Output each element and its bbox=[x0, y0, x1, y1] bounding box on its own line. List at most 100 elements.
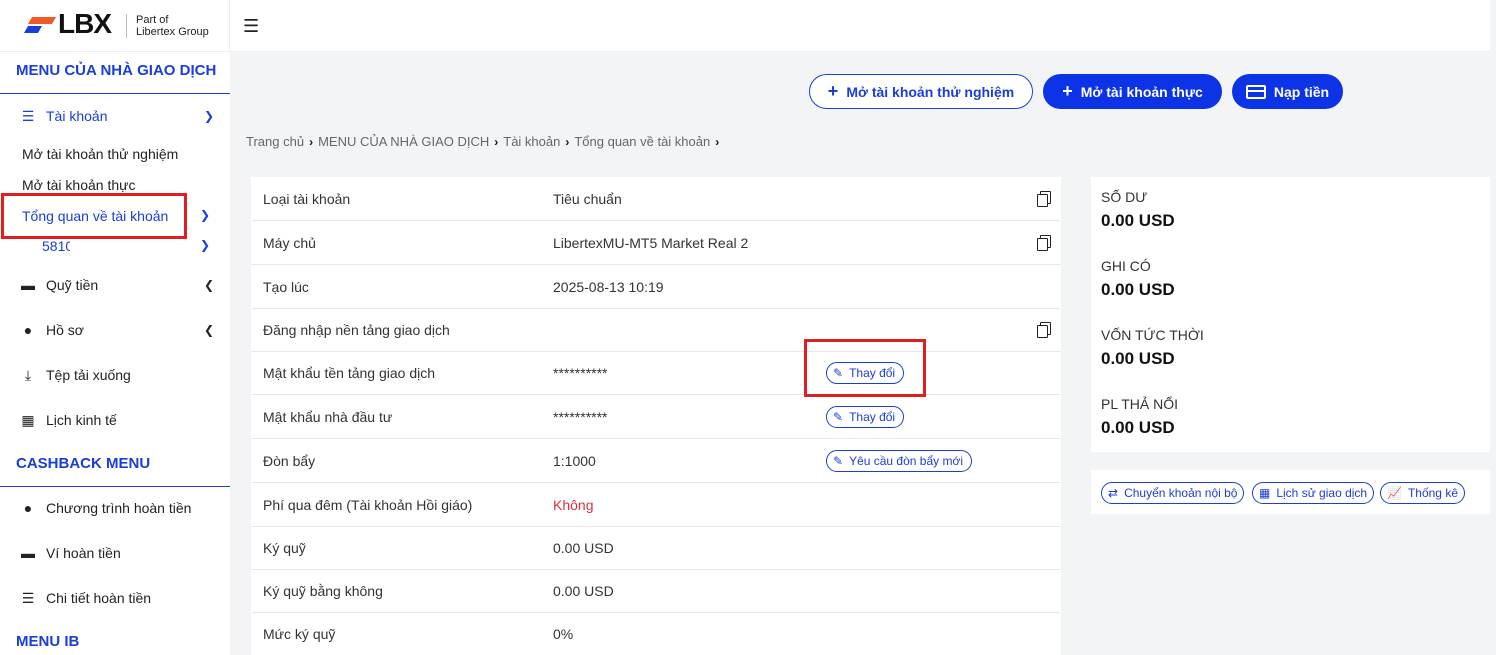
row-label: Máy chủ bbox=[263, 235, 316, 251]
copy-icon[interactable] bbox=[1037, 235, 1051, 251]
chevron-right-icon: › bbox=[309, 134, 314, 149]
balance-value: 0.00 USD bbox=[1101, 211, 1175, 230]
chevron-right-icon: › bbox=[494, 134, 499, 149]
deposit-button[interactable]: Nạp tiền bbox=[1232, 74, 1343, 109]
copy-icon[interactable] bbox=[1037, 191, 1051, 207]
row-value: 1:1000 bbox=[553, 453, 596, 469]
change-investor-password-button[interactable]: ✎ Thay đổi bbox=[826, 406, 905, 428]
sidebar-item-cashback-program[interactable]: ● Chương trình hoàn tiền bbox=[18, 497, 218, 519]
row-value: 0.00 USD bbox=[553, 583, 614, 599]
account-number: 5810 bbox=[42, 238, 70, 254]
sidebar-subitem-account-number[interactable]: 5810 ❯ bbox=[42, 238, 218, 254]
row-label: Phí qua đêm (Tài khoản Hồi giáo) bbox=[263, 497, 473, 513]
sidebar-item-label: Tệp tải xuống bbox=[46, 367, 131, 383]
internal-transfer-button[interactable]: ⇄ Chuyển khoản nội bộ bbox=[1101, 482, 1245, 504]
sidebar-item-label: Lịch kinh tế bbox=[46, 412, 117, 428]
floating-pl-label: PL THẢ NỔI bbox=[1101, 396, 1179, 412]
user-icon: ● bbox=[23, 500, 33, 516]
menu-divider bbox=[0, 486, 230, 487]
table-row: Ký quỹ bằng không 0.00 USD bbox=[251, 569, 1061, 613]
change-trading-password-button[interactable]: ✎ Thay đổi bbox=[826, 362, 905, 384]
hamburger-menu-icon[interactable]: ☰ bbox=[243, 16, 259, 37]
sidebar-item-cashback-wallet[interactable]: ▬ Ví hoàn tiền bbox=[18, 542, 218, 564]
equity-value: 0.00 USD bbox=[1101, 349, 1175, 368]
table-row: Mức ký quỹ 0% bbox=[251, 612, 1061, 655]
trade-history-button[interactable]: ▦ Lịch sử giao dịch bbox=[1252, 482, 1375, 504]
table-icon: ▦ bbox=[1259, 486, 1271, 500]
row-label: Tạo lúc bbox=[263, 279, 309, 295]
copy-icon[interactable] bbox=[1037, 322, 1051, 338]
edit-icon: ✎ bbox=[833, 366, 844, 380]
account-actions-panel: ⇄ Chuyển khoản nội bộ ▦ Lịch sử giao dịc… bbox=[1091, 470, 1490, 514]
sidebar-subitem-open-real[interactable]: Mở tài khoản thực bbox=[22, 177, 136, 193]
logo-sub-line2: Libertex Group bbox=[136, 26, 209, 38]
table-row: Mật khẩu tền tảng giao dịch ********** ✎… bbox=[251, 351, 1061, 395]
list-icon: ☰ bbox=[21, 107, 35, 124]
floating-pl-value: 0.00 USD bbox=[1101, 418, 1175, 437]
breadcrumb-home[interactable]: Trang chủ bbox=[246, 134, 304, 149]
credit-card-icon bbox=[1245, 84, 1266, 99]
sidebar-subitem-overview[interactable]: Tổng quan về tài khoản ❯ bbox=[22, 208, 222, 224]
row-value: 0% bbox=[553, 626, 574, 642]
button-label: Thay đổi bbox=[849, 366, 896, 380]
ib-menu-title: MENU IB bbox=[16, 633, 80, 650]
statistics-button[interactable]: 📈 Thống kê bbox=[1380, 482, 1465, 504]
sidebar-item-calendar[interactable]: ▦ Lịch kinh tế bbox=[18, 409, 218, 431]
chevron-down-icon: ❯ bbox=[200, 238, 211, 252]
logo-area[interactable]: LBX Part of Libertex Group bbox=[0, 0, 230, 52]
credit-value: 0.00 USD bbox=[1101, 280, 1175, 299]
sidebar-item-downloads[interactable]: ⤓ Tệp tải xuống bbox=[18, 364, 218, 386]
sidebar-item-profile[interactable]: ● Hồ sơ ❮ bbox=[18, 319, 218, 341]
calendar-icon: ▦ bbox=[21, 411, 35, 428]
table-row: Máy chủ LibertexMU-MT5 Market Real 2 bbox=[251, 221, 1061, 265]
menu-divider bbox=[0, 93, 230, 94]
plus-icon: + bbox=[1062, 81, 1073, 101]
button-label: Mở tài khoản thực bbox=[1080, 83, 1203, 100]
sidebar-item-funds[interactable]: ▬ Quỹ tiền ❮ bbox=[18, 274, 218, 296]
chevron-right-icon: › bbox=[715, 134, 720, 149]
request-new-leverage-button[interactable]: ✎ Yêu cầu đòn bẩy mới bbox=[826, 450, 972, 472]
row-value: Tiêu chuẩn bbox=[553, 191, 622, 207]
sidebar-item-label: Chi tiết hoàn tiền bbox=[46, 590, 152, 606]
button-label: Nạp tiền bbox=[1273, 83, 1330, 100]
plus-icon: + bbox=[827, 81, 839, 101]
sidebar-item-accounts[interactable]: ☰ Tài khoản ❯ bbox=[18, 105, 218, 127]
chevron-right-icon: › bbox=[565, 134, 570, 149]
download-icon: ⤓ bbox=[24, 366, 32, 383]
row-value: ********** bbox=[553, 409, 608, 425]
logo-subtitle: Part of Libertex Group bbox=[136, 14, 226, 38]
row-label: Ký quỹ bằng không bbox=[263, 583, 383, 599]
button-label: Lịch sử giao dịch bbox=[1276, 486, 1368, 500]
table-row: Mật khẩu nhà đầu tư ********** ✎ Thay đổ… bbox=[251, 395, 1061, 439]
page-edge bbox=[1490, 0, 1496, 655]
row-value: LibertexMU-MT5 Market Real 2 bbox=[553, 235, 749, 251]
sidebar: MENU CỦA NHÀ GIAO DỊCH ☰ Tài khoản ❯ Mở … bbox=[0, 52, 230, 655]
table-row: Tạo lúc 2025-08-13 10:19 bbox=[251, 265, 1061, 309]
sidebar-item-cashback-details[interactable]: ☰ Chi tiết hoàn tiền bbox=[18, 587, 218, 609]
breadcrumb-trader-menu[interactable]: MENU CỦA NHÀ GIAO DỊCH bbox=[318, 134, 489, 149]
button-label: Thay đổi bbox=[849, 410, 896, 424]
breadcrumb-accounts[interactable]: Tài khoản bbox=[503, 134, 560, 149]
chevron-down-icon: ❯ bbox=[203, 109, 214, 123]
logo-text: LBX bbox=[58, 8, 112, 39]
open-real-account-button[interactable]: + Mở tài khoản thực bbox=[1043, 74, 1222, 109]
sidebar-item-label: Tổng quan về tài khoản bbox=[22, 208, 169, 224]
open-demo-account-button[interactable]: + Mở tài khoản thử nghiệm bbox=[809, 74, 1033, 109]
chevron-left-icon: ❮ bbox=[203, 278, 214, 292]
top-bar: LBX Part of Libertex Group ☰ bbox=[0, 0, 1490, 52]
row-value: ********** bbox=[553, 365, 608, 381]
cashback-menu-title: CASHBACK MENU bbox=[16, 455, 151, 472]
sidebar-item-label: Hồ sơ bbox=[46, 322, 84, 338]
button-label: Thống kê bbox=[1407, 486, 1458, 500]
list-icon: ☰ bbox=[21, 589, 35, 606]
edit-icon: ✎ bbox=[833, 454, 844, 468]
row-value: Không bbox=[553, 497, 594, 513]
sidebar-subitem-open-demo[interactable]: Mở tài khoản thử nghiệm bbox=[22, 146, 178, 162]
credit-label: GHI CÓ bbox=[1101, 258, 1151, 274]
table-row: Loại tài khoản Tiêu chuẩn bbox=[251, 177, 1061, 221]
table-row: Phí qua đêm (Tài khoản Hồi giáo) Không bbox=[251, 483, 1061, 527]
row-label: Loại tài khoản bbox=[263, 191, 351, 207]
row-label: Mức ký quỹ bbox=[263, 626, 336, 642]
user-icon: ● bbox=[23, 322, 33, 338]
breadcrumb: Trang chủ › MENU CỦA NHÀ GIAO DỊCH › Tài… bbox=[246, 134, 719, 149]
